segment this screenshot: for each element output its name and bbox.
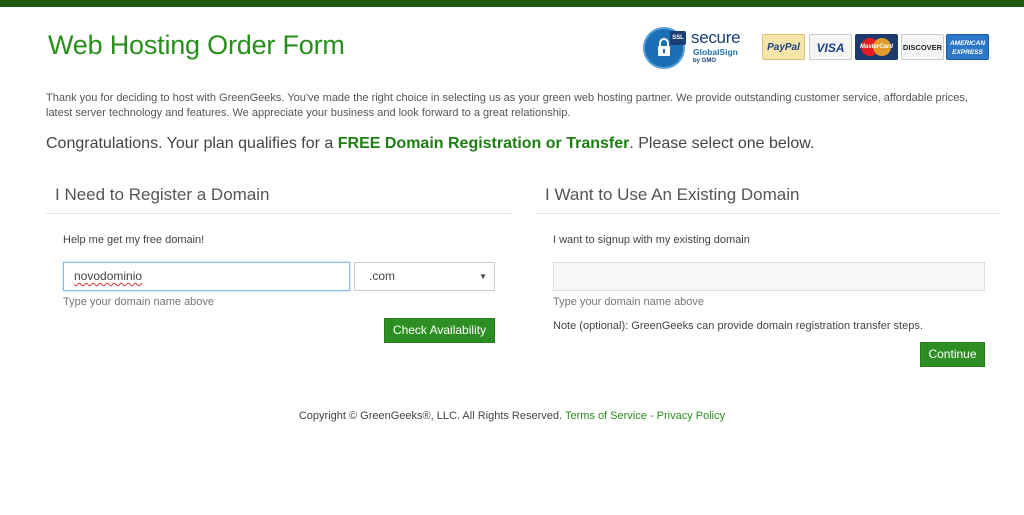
congrats-before: Congratulations. Your plan qualifies for… [46, 135, 338, 152]
dropdown-arrow-icon: ▼ [479, 272, 487, 281]
register-domain-input[interactable]: novodominio [63, 262, 350, 291]
register-divider [46, 213, 511, 214]
page-title: Web Hosting Order Form [48, 30, 345, 60]
privacy-policy-link[interactable]: Privacy Policy [657, 410, 725, 422]
mastercard-logo: MasterCard [855, 34, 898, 60]
congrats-after: . Please select one below. [629, 135, 815, 152]
intro-paragraph: Thank you for deciding to host with Gree… [46, 92, 968, 119]
register-hint: Type your domain name above [63, 296, 215, 308]
continue-button[interactable]: Continue [920, 342, 985, 367]
congrats-message: Congratulations. Your plan qualifies for… [46, 135, 814, 153]
top-accent-bar [0, 0, 1024, 7]
register-heading: I Need to Register a Domain [55, 185, 270, 204]
existing-heading: I Want to Use An Existing Domain [545, 185, 800, 204]
amex-logo: AMERICAN EXPRESS [946, 34, 989, 60]
gmo-text: by GMO [693, 58, 717, 64]
paypal-logo: PayPal [762, 34, 805, 60]
tld-select[interactable]: .com ▼ [354, 262, 495, 291]
ssl-secure-seal[interactable]: SSL secure GlobalSign by GMO [643, 27, 751, 69]
amex-line2: EXPRESS [952, 49, 983, 56]
amex-line1: AMERICAN [949, 40, 986, 47]
discover-logo: DISCOVER [901, 34, 944, 60]
existing-hint: Type your domain name above [553, 296, 705, 308]
tld-selected-value: .com [369, 269, 396, 283]
footer: Copyright © GreenGeeks®, LLC. All Rights… [0, 410, 1024, 422]
transfer-note: Note (optional): GreenGeeks can provide … [553, 320, 923, 332]
existing-divider [536, 213, 1001, 214]
check-availability-button[interactable]: Check Availability [384, 318, 495, 343]
register-label: Help me get my free domain! [63, 234, 205, 246]
existing-domain-input[interactable] [553, 262, 985, 291]
ssl-tag: SSL [670, 31, 686, 45]
footer-separator: - [649, 410, 654, 422]
existing-label: I want to signup with my existing domain [553, 234, 750, 246]
register-domain-value: novodominio [74, 269, 143, 283]
globalsign-text: GlobalSign [693, 47, 738, 57]
copyright-text: Copyright © GreenGeeks®, LLC. All Rights… [298, 410, 563, 422]
congrats-highlight: FREE Domain Registration or Transfer [337, 135, 630, 152]
secure-text: secure [691, 28, 741, 47]
terms-of-service-link[interactable]: Terms of Service [565, 410, 647, 422]
mastercard-text: MasterCard [859, 44, 893, 50]
visa-logo: VISA [809, 34, 852, 60]
